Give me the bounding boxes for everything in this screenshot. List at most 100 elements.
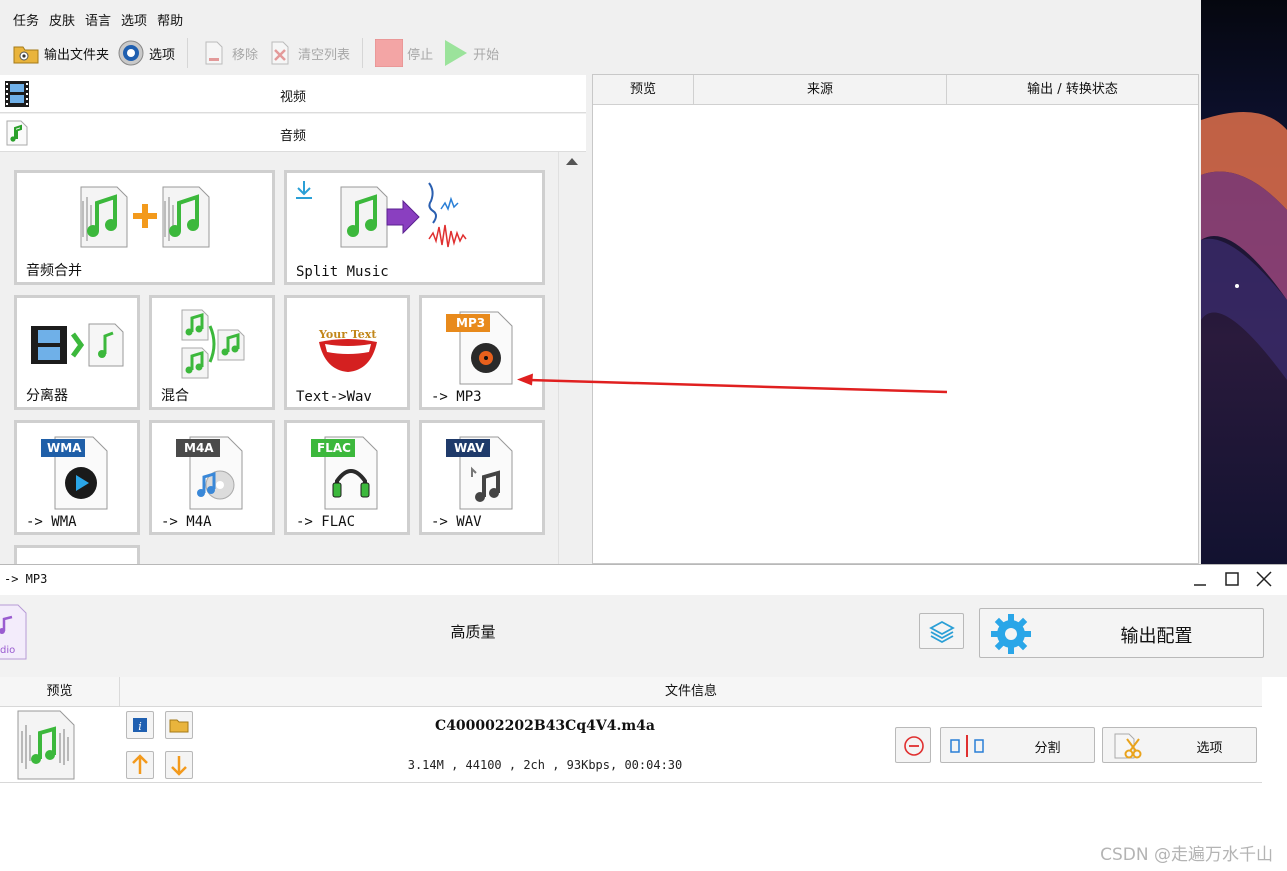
conversion-list[interactable]: 预览 来源 输出 / 转换状态 — [592, 74, 1199, 564]
move-up-button[interactable] — [126, 751, 154, 779]
tile-to-flac[interactable]: FLAC -> FLAC — [284, 420, 410, 535]
category-audio[interactable]: 音频 — [0, 114, 586, 152]
menu-options[interactable]: 选项 — [116, 6, 152, 32]
remove-button[interactable]: 移除 — [196, 37, 262, 69]
layers-icon — [929, 620, 955, 644]
mp3-dialog: -> MP3 dio 高质量 输出配置 预览 文件信息 i C400002202… — [0, 564, 1287, 871]
tile-to-m4a-label: -> M4A — [161, 514, 212, 530]
file-name: C400002202B43Cq4V4.m4a — [435, 718, 655, 734]
tile-to-wav-label: -> WAV — [431, 514, 482, 530]
quality-label[interactable]: 高质量 — [400, 621, 546, 642]
tile-audio-merge[interactable]: 音频合并 — [14, 170, 275, 285]
clear-list-icon — [271, 41, 289, 65]
remove-file-button[interactable] — [895, 727, 931, 763]
layers-button[interactable] — [919, 613, 964, 649]
tile-to-wma[interactable]: WMA -> WMA — [14, 420, 140, 535]
start-button[interactable]: 开始 — [437, 37, 503, 69]
tile-mix[interactable]: 混合 — [149, 295, 275, 410]
your-text-badge: Your Text — [319, 328, 377, 341]
tile-partial[interactable] — [14, 545, 140, 564]
split-button[interactable]: 分割 — [940, 727, 1095, 763]
arrow-down-icon — [171, 756, 187, 776]
dialog-title: -> MP3 — [4, 572, 48, 586]
audio-merge-icon — [80, 186, 210, 248]
tile-to-wav[interactable]: WAV -> WAV — [419, 420, 545, 535]
desktop-background — [1201, 0, 1287, 564]
options-label: 选项 — [149, 47, 176, 63]
separator-icon — [31, 323, 124, 367]
tile-split-music-label: Split Music — [296, 264, 389, 280]
output-config-label: 输出配置 — [1120, 626, 1193, 647]
maximize-icon[interactable] — [1223, 570, 1241, 588]
split-icon — [950, 735, 984, 757]
tile-to-mp3-label: -> MP3 — [431, 389, 482, 405]
tool-grid-scrollbar[interactable] — [558, 152, 586, 564]
gear-icon — [118, 40, 144, 66]
output-folder-button[interactable]: 输出文件夹 — [8, 37, 113, 69]
category-video-label: 视频 — [279, 90, 306, 105]
minus-circle-icon — [904, 736, 924, 756]
wav-badge: WAV — [454, 441, 485, 455]
stop-label: 停止 — [407, 47, 434, 63]
file-info-button[interactable]: i — [126, 711, 154, 739]
tile-separator-label: 分离器 — [26, 388, 68, 404]
stop-button[interactable]: 停止 — [371, 37, 437, 69]
tool-grid: 音频合并 Split Music 分离器 混合 Your Text Text->… — [0, 152, 586, 564]
file-row[interactable]: i C400002202B43Cq4V4.m4a 3.14M , 44100 ,… — [0, 707, 1262, 783]
mix-icon — [181, 309, 245, 379]
file-column-info[interactable]: 文件信息 — [120, 677, 1262, 706]
remove-file-icon — [205, 41, 223, 65]
toolbar: 输出文件夹 选项 移除 清空列表 停止 开始 — [0, 35, 1201, 71]
close-icon[interactable] — [1255, 570, 1273, 588]
toolbar-separator — [362, 38, 364, 68]
tile-to-flac-label: -> FLAC — [296, 514, 356, 530]
arrow-up-icon — [132, 754, 148, 774]
wma-badge: WMA — [47, 441, 82, 455]
start-label: 开始 — [473, 47, 500, 63]
column-preview[interactable]: 预览 — [593, 75, 694, 104]
dialog-settings-bar: dio 高质量 输出配置 — [0, 595, 1287, 677]
move-down-button[interactable] — [165, 751, 193, 779]
menubar: 任务 皮肤 语言 选项 帮助 — [0, 6, 188, 32]
mp3-badge: MP3 — [456, 316, 486, 330]
remove-label: 移除 — [232, 47, 259, 63]
tile-text-to-wav-label: Text->Wav — [296, 389, 372, 405]
menu-skin[interactable]: 皮肤 — [44, 6, 80, 32]
watermark: CSDN @走遍万水千山 — [1100, 845, 1273, 865]
folder-icon — [169, 719, 189, 733]
menu-help[interactable]: 帮助 — [152, 6, 188, 32]
file-options-button[interactable]: 选项 — [1102, 727, 1257, 763]
menu-task[interactable]: 任务 — [8, 6, 44, 32]
split-label: 分割 — [1034, 741, 1061, 756]
minimize-icon[interactable] — [1191, 570, 1209, 588]
tile-text-to-wav[interactable]: Your Text Text->Wav — [284, 295, 410, 410]
wallpaper-image — [1201, 112, 1287, 380]
audio-file-icon-text: dio — [0, 645, 16, 656]
flac-badge: FLAC — [317, 441, 351, 455]
scissors-icon — [1114, 733, 1142, 759]
file-list-header: 预览 文件信息 — [0, 677, 1262, 707]
m4a-badge: M4A — [184, 441, 214, 455]
clear-list-button[interactable]: 清空列表 — [262, 37, 354, 69]
window-controls — [1191, 570, 1273, 588]
menu-language[interactable]: 语言 — [80, 6, 116, 32]
tile-split-music[interactable]: Split Music — [284, 170, 545, 285]
main-window: 任务 皮肤 语言 选项 帮助 输出文件夹 选项 移除 清空列表 停止 开始 视频… — [0, 0, 1201, 564]
open-folder-button[interactable] — [165, 711, 193, 739]
file-meta: 3.14M , 44100 , 2ch , 93Kbps, 00:04:30 — [407, 758, 683, 772]
column-source[interactable]: 来源 — [694, 75, 947, 104]
play-icon — [445, 40, 468, 66]
clear-list-label: 清空列表 — [298, 47, 351, 63]
tile-separator[interactable]: 分离器 — [14, 295, 140, 410]
folder-icon — [13, 46, 39, 64]
column-output-status[interactable]: 输出 / 转换状态 — [947, 75, 1198, 104]
file-column-preview[interactable]: 预览 — [0, 677, 120, 706]
tile-to-m4a[interactable]: M4A -> M4A — [149, 420, 275, 535]
output-config-button[interactable]: 输出配置 — [979, 608, 1264, 658]
scroll-up-icon[interactable] — [566, 158, 578, 165]
category-video[interactable]: 视频 — [0, 75, 586, 113]
file-preview-icon — [17, 710, 75, 780]
options-button[interactable]: 选项 — [113, 37, 179, 69]
download-icon — [296, 181, 312, 199]
output-folder-label: 输出文件夹 — [44, 47, 110, 63]
